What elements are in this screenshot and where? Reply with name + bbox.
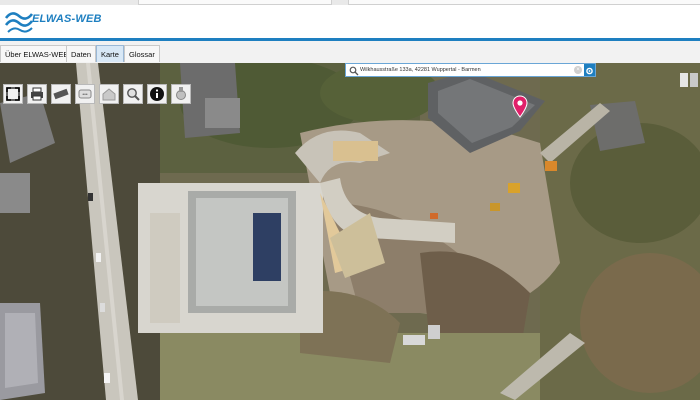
info-icon[interactable] xyxy=(147,84,167,104)
logo-text: ELWAS-WEB xyxy=(32,13,102,25)
tab-glossary[interactable]: Glossar xyxy=(124,45,160,62)
zoom-search-icon[interactable] xyxy=(123,84,143,104)
wave-logo-icon xyxy=(4,12,34,33)
search-icon[interactable] xyxy=(349,66,359,76)
fullscreen-icon[interactable] xyxy=(3,84,23,104)
main-tabs: Über ELWAS-WEB Daten Karte Glossar xyxy=(0,41,700,64)
svg-text:•••: ••• xyxy=(82,92,88,98)
tab-about[interactable]: Über ELWAS-WEB xyxy=(0,45,74,62)
home-icon[interactable] xyxy=(99,84,119,104)
location-pin-icon[interactable] xyxy=(512,95,528,119)
zoom-extent-icon[interactable]: ••• xyxy=(75,84,95,104)
measure-icon[interactable] xyxy=(51,84,71,104)
tools-icon[interactable] xyxy=(171,84,191,104)
aerial-map-image[interactable] xyxy=(0,63,700,400)
map-view[interactable] xyxy=(0,63,700,400)
gear-icon[interactable] xyxy=(584,64,595,76)
tab-data[interactable]: Daten xyxy=(66,45,97,62)
tab-map[interactable]: Karte xyxy=(96,45,124,62)
search-input[interactable]: Wilkhausstraße 133a, 42281 Wuppertal - B… xyxy=(360,64,481,76)
address-search-bar[interactable]: Wilkhausstraße 133a, 42281 Wuppertal - B… xyxy=(345,63,596,77)
app-header: ELWAS-WEB xyxy=(0,5,700,39)
clear-icon[interactable]: × xyxy=(574,66,582,74)
print-icon[interactable] xyxy=(27,84,47,104)
elwas-logo[interactable]: ELWAS-WEB xyxy=(4,8,124,38)
